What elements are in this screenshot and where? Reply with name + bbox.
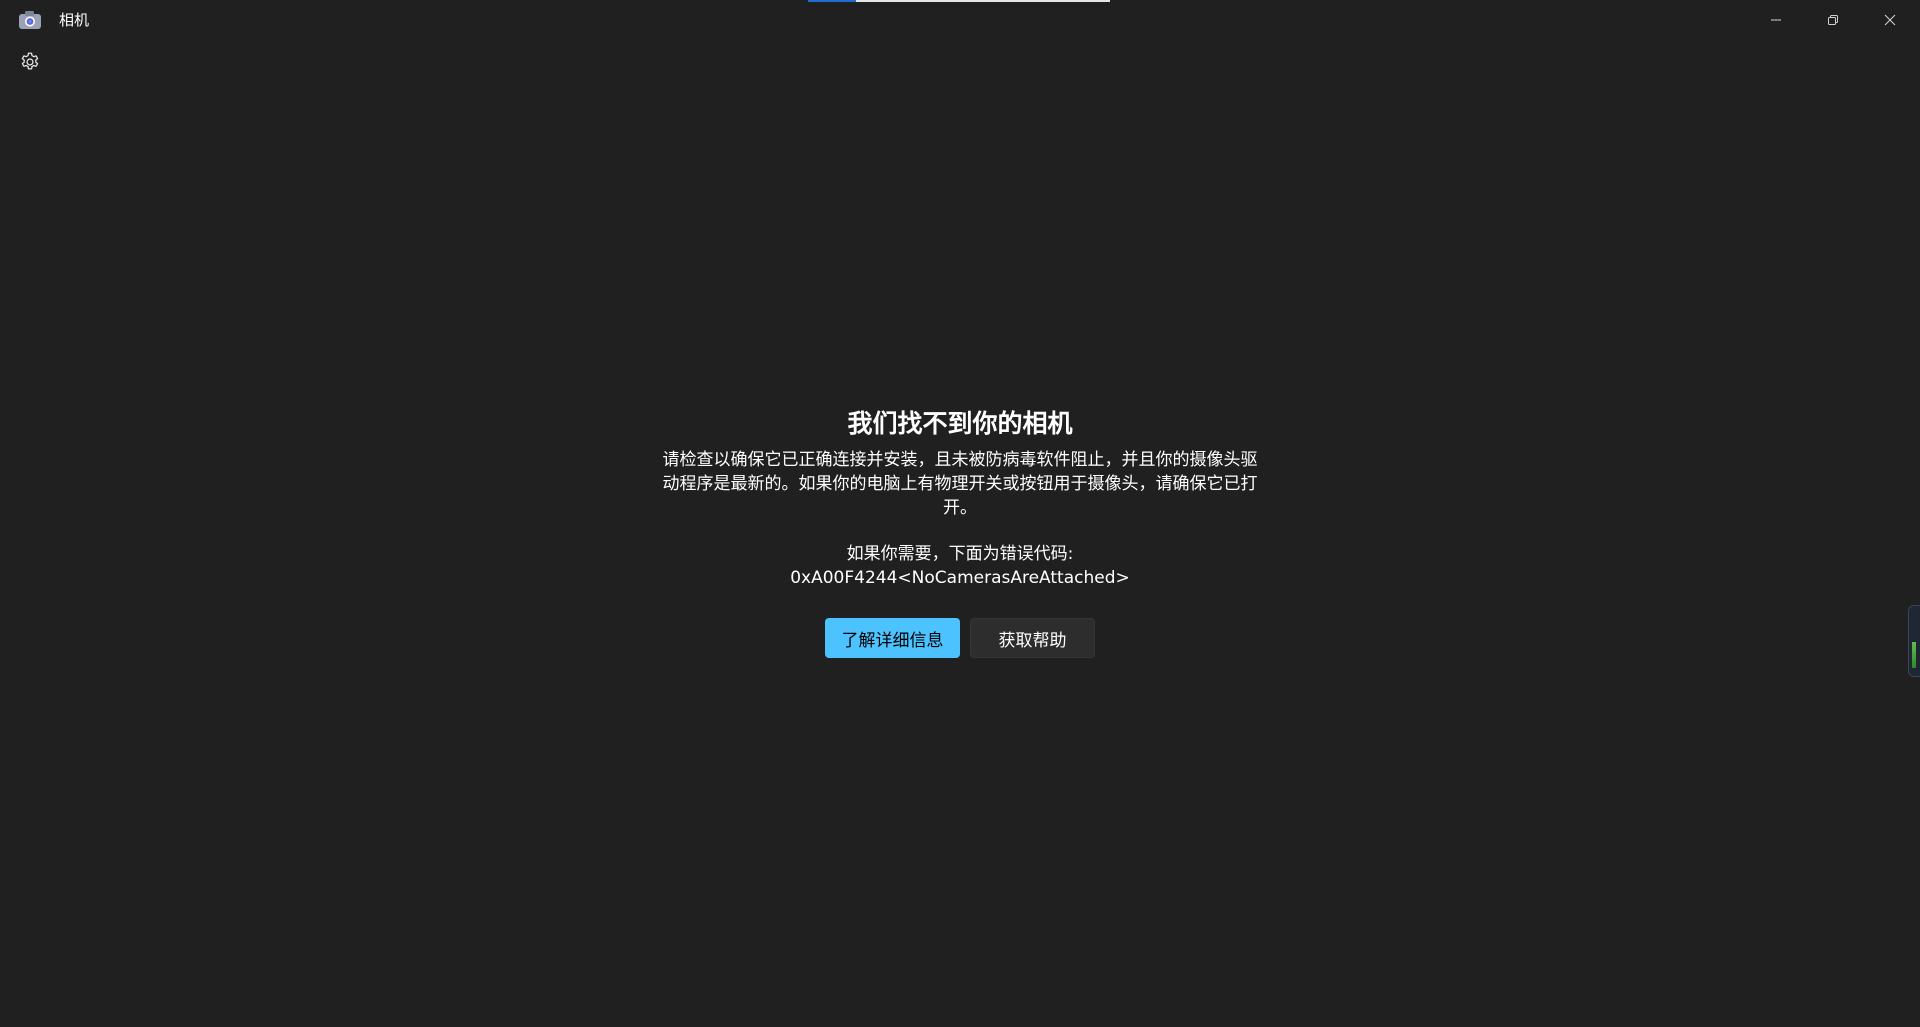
edge-level-widget[interactable] xyxy=(1908,605,1920,677)
error-code: 0xA00F4244<NoCamerasAreAttached> xyxy=(790,568,1130,588)
action-buttons: 了解详细信息 获取帮助 xyxy=(640,618,1280,658)
error-description-line: 动程序是最新的。如果你的电脑上有物理开关或按钮用于摄像头，请确保它已打 xyxy=(662,474,1258,494)
gear-icon xyxy=(19,51,41,77)
no-camera-error-panel: 我们找不到你的相机 请检查以确保它已正确连接并安装，且未被防病毒软件阻止，并且你… xyxy=(640,404,1280,658)
error-description: 请检查以确保它已正确连接并安装，且未被防病毒软件阻止，并且你的摄像头驱 动程序是… xyxy=(650,448,1270,520)
error-code-block: 如果你需要，下面为错误代码: 0xA00F4244<NoCamerasAreAt… xyxy=(640,542,1280,590)
error-description-line: 开。 xyxy=(943,498,977,518)
minimize-icon xyxy=(1770,14,1782,26)
restore-icon xyxy=(1827,14,1839,26)
loading-progress-bar xyxy=(808,0,1110,2)
level-meter xyxy=(1912,642,1916,668)
settings-button[interactable] xyxy=(12,48,48,80)
camera-app-window: 相机 我们找不到你的相机 请检查以确保它已正确连接并安装，且未被防病毒软件阻止，… xyxy=(0,0,1920,1027)
title-bar[interactable]: 相机 xyxy=(0,0,1920,40)
app-title: 相机 xyxy=(59,11,90,29)
get-help-button[interactable]: 获取帮助 xyxy=(970,618,1095,658)
camera-icon xyxy=(18,10,42,30)
error-title: 我们找不到你的相机 xyxy=(847,409,1073,438)
minimize-button[interactable] xyxy=(1748,0,1804,40)
close-icon xyxy=(1884,14,1896,26)
learn-more-button[interactable]: 了解详细信息 xyxy=(825,618,960,658)
error-code-intro: 如果你需要，下面为错误代码: xyxy=(846,544,1074,564)
close-button[interactable] xyxy=(1862,0,1918,40)
restore-button[interactable] xyxy=(1805,0,1861,40)
loading-progress-fill xyxy=(808,0,857,2)
error-description-line: 请检查以确保它已正确连接并安装，且未被防病毒软件阻止，并且你的摄像头驱 xyxy=(662,450,1258,470)
